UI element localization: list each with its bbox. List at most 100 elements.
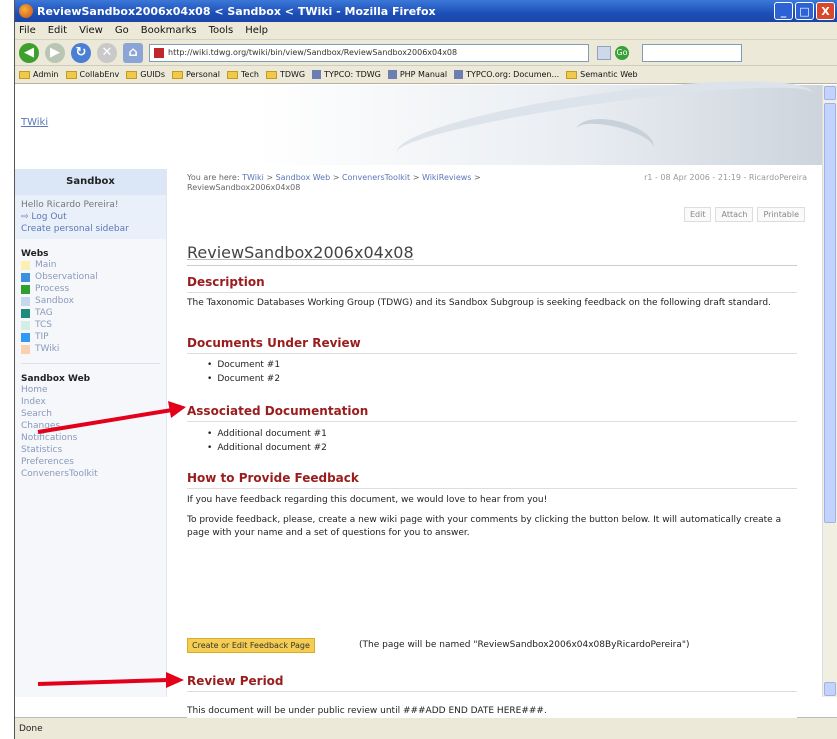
web-color-icon bbox=[21, 296, 30, 306]
breadcrumb-sep: > bbox=[412, 173, 420, 182]
sidebar-tool-changes[interactable]: Changes bbox=[15, 420, 166, 432]
bookmark-guids[interactable]: GUIDs bbox=[126, 70, 165, 79]
bookmark-tdwg[interactable]: TDWG bbox=[265, 70, 305, 79]
bookmark-typco-org[interactable]: TYPCO.org: Documen... bbox=[454, 70, 559, 79]
folder-icon bbox=[126, 70, 138, 79]
review-period-heading: Review Period bbox=[187, 674, 797, 692]
menu-edit[interactable]: Edit bbox=[48, 25, 67, 36]
web-color-icon bbox=[21, 260, 30, 270]
dropdown-icon[interactable] bbox=[597, 45, 611, 60]
bookmark-semantic-web[interactable]: Semantic Web bbox=[566, 70, 638, 79]
breadcrumb-twiki[interactable]: TWiki bbox=[242, 173, 264, 182]
close-button[interactable]: X bbox=[816, 2, 835, 20]
sidebar-web-observational[interactable]: Observational bbox=[15, 271, 166, 283]
bookmark-php-manual[interactable]: PHP Manual bbox=[387, 70, 447, 79]
bookmark-personal[interactable]: Personal bbox=[172, 70, 220, 79]
create-sidebar-link[interactable]: Create personal sidebar bbox=[21, 223, 160, 235]
back-arrow-icon[interactable]: ◀ bbox=[19, 42, 39, 63]
web-color-icon bbox=[21, 320, 30, 330]
document-link-1[interactable]: Document #1 bbox=[207, 360, 280, 370]
web-color-icon bbox=[21, 272, 30, 282]
reload-icon[interactable]: ↻ bbox=[71, 42, 91, 63]
sidebar-tool-statistics[interactable]: Statistics bbox=[15, 444, 166, 456]
address-bar[interactable]: http://wiki.tdwg.org/twiki/bin/view/Sand… bbox=[149, 43, 589, 62]
sidebar-web-tcs[interactable]: TCS bbox=[15, 319, 166, 331]
sidebar-tool-home[interactable]: Home bbox=[15, 384, 166, 396]
breadcrumb-sep: > bbox=[332, 173, 340, 182]
breadcrumb-current: ReviewSandbox2006x04x08 bbox=[187, 183, 301, 192]
sidebar-tool-toolkit[interactable]: ConvenersToolkit bbox=[15, 468, 166, 480]
menu-file[interactable]: File bbox=[19, 25, 36, 36]
vertical-scrollbar[interactable] bbox=[822, 85, 837, 697]
edit-button[interactable]: Edit bbox=[683, 207, 712, 222]
sidebar-web-tag[interactable]: TAG bbox=[15, 307, 166, 319]
scrollbar-thumb[interactable] bbox=[824, 103, 836, 523]
breadcrumb-toolkit[interactable]: ConvenersToolkit bbox=[342, 173, 410, 182]
sidebar-web-main[interactable]: Main bbox=[15, 259, 166, 271]
sidebar-web-process[interactable]: Process bbox=[15, 283, 166, 295]
folder-icon bbox=[65, 70, 77, 79]
topic-actions: Edit Attach Printable bbox=[680, 207, 805, 222]
bookmark-collabenv[interactable]: CollabEnv bbox=[65, 70, 120, 79]
go-button[interactable]: Go bbox=[615, 45, 629, 60]
browser-window: ReviewSandbox2006x04x08 < Sandbox < TWik… bbox=[14, 0, 837, 739]
sidebar-tool-notifications[interactable]: Notifications bbox=[15, 432, 166, 444]
home-icon[interactable]: ⌂ bbox=[123, 42, 143, 63]
breadcrumb-sandbox-web[interactable]: Sandbox Web bbox=[276, 173, 331, 182]
menu-tools[interactable]: Tools bbox=[209, 25, 234, 36]
additional-doc-link-1[interactable]: Additional document #1 bbox=[207, 429, 327, 439]
menu-bookmarks[interactable]: Bookmarks bbox=[141, 25, 197, 36]
menu-help[interactable]: Help bbox=[245, 25, 268, 36]
bookmark-label: Semantic Web bbox=[580, 70, 638, 79]
main-column: You are here: TWiki > Sandbox Web > Conv… bbox=[177, 169, 817, 697]
sidebar-tool-preferences[interactable]: Preferences bbox=[15, 456, 166, 468]
review-period-text: This document will be under public revie… bbox=[187, 705, 797, 718]
minimize-button[interactable]: _ bbox=[774, 2, 793, 20]
revision-info: r1 - 08 Apr 2006 - 21:19 - RicardoPereir… bbox=[644, 173, 807, 182]
additional-doc-link-2[interactable]: Additional document #2 bbox=[207, 443, 327, 453]
forward-arrow-icon[interactable]: ▶ bbox=[45, 42, 65, 63]
sidebar-web-sandbox[interactable]: Sandbox bbox=[15, 295, 166, 307]
sidebar-tool-search[interactable]: Search bbox=[15, 408, 166, 420]
search-input[interactable] bbox=[642, 43, 742, 62]
web-label: TWiki bbox=[35, 344, 60, 354]
sidebar-web-twiki[interactable]: TWiki bbox=[15, 343, 166, 355]
navigation-toolbar: ◀ ▶ ↻ ✕ ⌂ http://wiki.tdwg.org/twiki/bin… bbox=[15, 40, 837, 66]
sandbox-web-heading: Sandbox Web bbox=[21, 374, 91, 384]
bookmark-admin[interactable]: Admin bbox=[19, 70, 59, 79]
bookmark-label: CollabEnv bbox=[79, 70, 120, 79]
folder-icon bbox=[265, 70, 277, 79]
folder-icon bbox=[172, 70, 184, 79]
logout-label: Log Out bbox=[31, 212, 67, 222]
page-content: TWiki Sandbox Hello Ricardo Pereira! ⇨ L… bbox=[15, 64, 823, 697]
bookmark-tech[interactable]: Tech bbox=[227, 70, 259, 79]
web-label: Process bbox=[35, 284, 70, 294]
web-label: Main bbox=[35, 260, 57, 270]
bookmark-label: TYPCO.org: Documen... bbox=[466, 70, 560, 79]
twiki-banner: TWiki bbox=[15, 64, 823, 182]
site-favicon-icon bbox=[154, 47, 164, 58]
title-bar: ReviewSandbox2006x04x08 < Sandbox < TWik… bbox=[15, 0, 837, 22]
logout-link[interactable]: ⇨ Log Out bbox=[21, 211, 160, 223]
bookmark-typco-tdwg[interactable]: TYPCO: TDWG bbox=[312, 70, 381, 79]
scroll-down-icon[interactable] bbox=[824, 682, 836, 696]
window-title: ReviewSandbox2006x04x08 < Sandbox < TWik… bbox=[37, 4, 436, 18]
logout-icon: ⇨ bbox=[21, 212, 32, 222]
feedback-text-2: To provide feedback, please, create a ne… bbox=[187, 515, 782, 538]
create-feedback-button[interactable]: Create or Edit Feedback Page bbox=[187, 638, 315, 653]
sidebar-web-tip[interactable]: TIP bbox=[15, 331, 166, 343]
scroll-up-icon[interactable] bbox=[824, 86, 836, 100]
attach-button[interactable]: Attach bbox=[715, 207, 754, 222]
twiki-logo-link[interactable]: TWiki bbox=[21, 117, 48, 128]
document-link-2[interactable]: Document #2 bbox=[207, 374, 280, 384]
folder-icon bbox=[566, 70, 578, 79]
stop-icon[interactable]: ✕ bbox=[97, 42, 117, 63]
printable-button[interactable]: Printable bbox=[757, 207, 805, 222]
web-label: TCS bbox=[35, 320, 52, 330]
breadcrumb-reviews[interactable]: WikiReviews bbox=[422, 173, 472, 182]
sidebar-tool-index[interactable]: Index bbox=[15, 396, 166, 408]
menu-bar: File Edit View Go Bookmarks Tools Help bbox=[15, 22, 837, 40]
menu-go[interactable]: Go bbox=[115, 25, 129, 36]
menu-view[interactable]: View bbox=[79, 25, 103, 36]
maximize-button[interactable]: □ bbox=[795, 2, 814, 20]
